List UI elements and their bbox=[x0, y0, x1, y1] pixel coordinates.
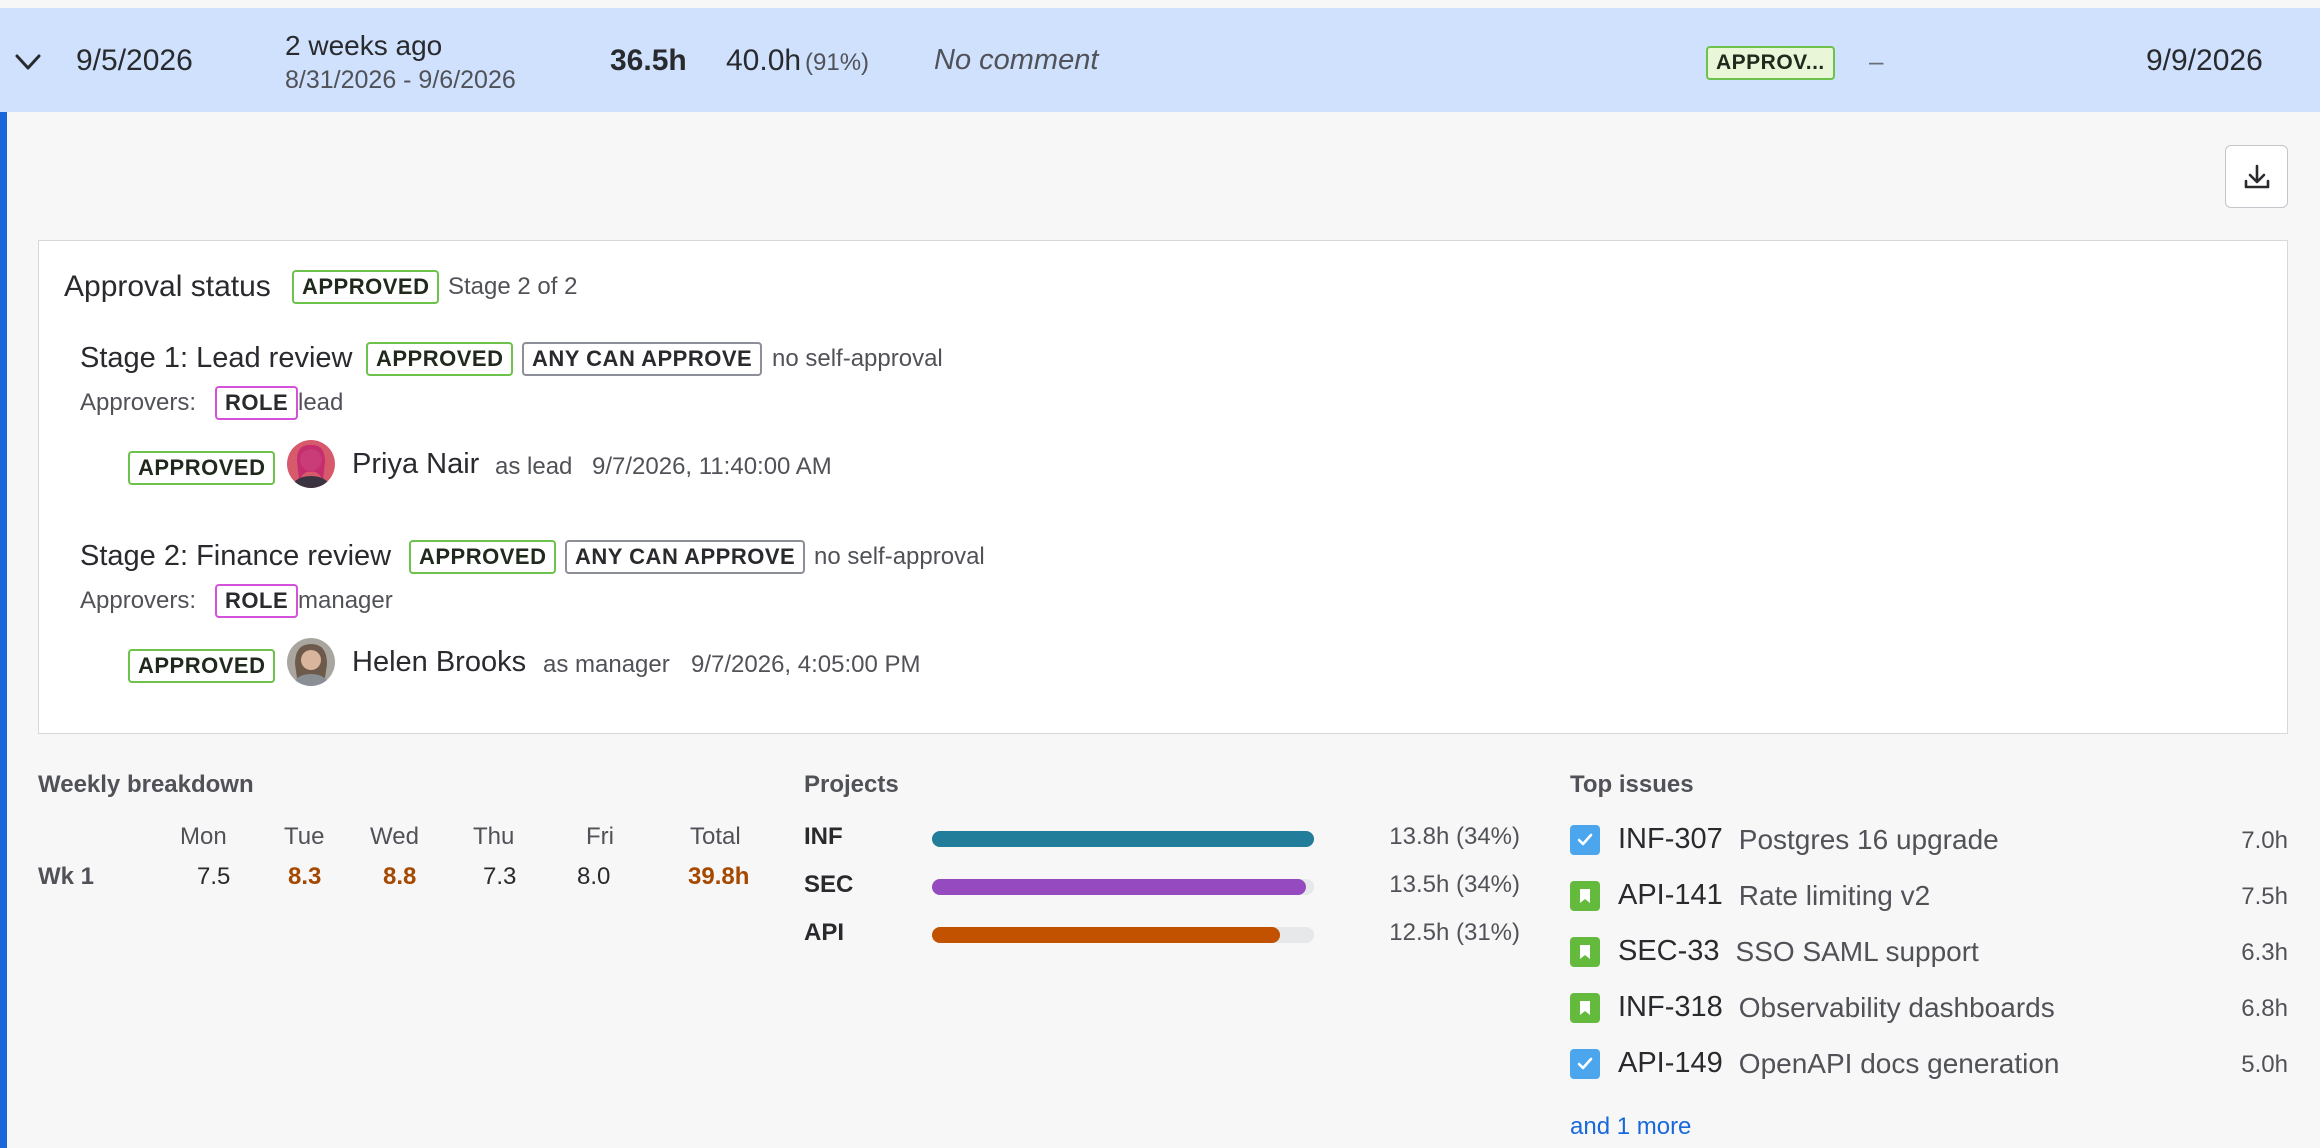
stage-1-role: lead bbox=[298, 389, 344, 416]
stage-2-title: Stage 2: Finance review bbox=[80, 540, 392, 572]
stage-1-approver-role: as lead bbox=[495, 453, 573, 480]
project-key: INF bbox=[804, 823, 843, 850]
projects-title: Projects bbox=[804, 771, 899, 798]
stage-2-decision-badge: APPROVED bbox=[128, 649, 276, 683]
stage-1-note: no self-approval bbox=[772, 345, 943, 372]
task-icon bbox=[1570, 1049, 1600, 1079]
hours-mon: 7.5 bbox=[197, 863, 231, 890]
issue-summary: Rate limiting v2 bbox=[1738, 880, 1931, 911]
issue-key-link[interactable]: SEC-33 bbox=[1618, 935, 1720, 968]
download-icon bbox=[2244, 164, 2269, 188]
hours-total: 39.8h bbox=[688, 863, 750, 890]
download-button[interactable] bbox=[2225, 145, 2288, 208]
week-date: 9/5/2026 bbox=[76, 44, 193, 77]
issue-hours: 6.8h bbox=[2241, 995, 2288, 1022]
completion-percent: (91%) bbox=[805, 49, 870, 76]
avatar bbox=[287, 638, 335, 686]
stage-2-note: no self-approval bbox=[814, 543, 985, 570]
stage-1-role-tag: ROLE bbox=[215, 386, 299, 420]
stage-2-approver-role: as manager bbox=[543, 651, 670, 678]
hours-wed: 8.8 bbox=[383, 863, 417, 890]
stage-2-role-tag: ROLE bbox=[215, 584, 299, 618]
stage-1-rule-badge: ANY CAN APPROVE bbox=[522, 342, 763, 376]
project-bar-track bbox=[932, 831, 1314, 847]
weekday-header-total: Total bbox=[690, 823, 741, 850]
date-range: 8/31/2026 - 9/6/2026 bbox=[285, 66, 516, 94]
stage-2-approver-name: Helen Brooks bbox=[352, 646, 527, 678]
status-badge: APPROV... bbox=[1706, 46, 1835, 80]
project-bar-fill bbox=[932, 879, 1307, 895]
issue-key-link[interactable]: API-149 bbox=[1618, 1047, 1723, 1080]
issue-summary: Observability dashboards bbox=[1738, 992, 2055, 1023]
weekday-header-mon: Mon bbox=[180, 823, 227, 850]
empty-value-dash: – bbox=[1869, 46, 1884, 76]
project-bar-track bbox=[932, 879, 1314, 895]
weekday-header-wed: Wed bbox=[370, 823, 419, 850]
story-icon bbox=[1570, 993, 1600, 1023]
project-hours: 13.8h (34%) bbox=[1389, 823, 1520, 850]
submitted-date: 9/9/2026 bbox=[2146, 44, 2263, 77]
issue-summary: SSO SAML support bbox=[1735, 936, 1979, 967]
issue-hours: 6.3h bbox=[2241, 939, 2288, 966]
story-icon bbox=[1570, 881, 1600, 911]
project-hours: 13.5h (34%) bbox=[1389, 871, 1520, 898]
issue-hours: 5.0h bbox=[2241, 1051, 2288, 1078]
project-key: SEC bbox=[804, 871, 854, 898]
project-key: API bbox=[804, 919, 845, 946]
chevron-down-icon[interactable] bbox=[10, 44, 46, 80]
stage-2-rule-badge: ANY CAN APPROVE bbox=[565, 540, 806, 574]
relative-time: 2 weeks ago bbox=[285, 30, 443, 61]
week-row-label: Wk 1 bbox=[38, 863, 95, 890]
timesheet-summary-row[interactable]: 9/5/2026 2 weeks ago 8/31/2026 - 9/6/202… bbox=[0, 8, 2320, 112]
weekly-breakdown-title: Weekly breakdown bbox=[38, 771, 254, 798]
issue-key-link[interactable]: INF-318 bbox=[1618, 991, 1723, 1024]
stage-2-approved-time: 9/7/2026, 4:05:00 PM bbox=[691, 651, 921, 678]
expected-hours: 40.0h bbox=[726, 44, 802, 77]
logged-hours: 36.5h bbox=[610, 44, 687, 77]
weekday-header-fri: Fri bbox=[586, 823, 614, 850]
project-hours: 12.5h (31%) bbox=[1389, 919, 1520, 946]
issue-key-link[interactable]: INF-307 bbox=[1618, 823, 1723, 856]
hours-tue: 8.3 bbox=[288, 863, 322, 890]
issue-hours: 7.0h bbox=[2241, 827, 2288, 854]
story-icon bbox=[1570, 937, 1600, 967]
stage-1-decision-badge: APPROVED bbox=[128, 451, 276, 485]
stage-1-approvers-label: Approvers: bbox=[80, 389, 197, 416]
hours-thu: 7.3 bbox=[483, 863, 517, 890]
comment-text: No comment bbox=[934, 44, 1099, 76]
stage-1-title: Stage 1: Lead review bbox=[80, 342, 353, 374]
more-issues-link[interactable]: and 1 more bbox=[1570, 1113, 1691, 1141]
stage-1-approved-time: 9/7/2026, 11:40:00 AM bbox=[592, 453, 832, 480]
stage-1-approver-name: Priya Nair bbox=[352, 448, 480, 480]
project-bar-fill bbox=[932, 831, 1314, 847]
weekday-header-thu: Thu bbox=[473, 823, 515, 850]
stage-2-role: manager bbox=[298, 587, 393, 614]
avatar bbox=[287, 440, 335, 488]
approval-status-title: Approval status bbox=[64, 270, 271, 303]
project-bar-track bbox=[932, 927, 1314, 943]
expanded-row-indicator bbox=[0, 112, 7, 1148]
issue-key-link[interactable]: API-141 bbox=[1618, 879, 1723, 912]
weekday-header-tue: Tue bbox=[284, 823, 325, 850]
issue-summary: OpenAPI docs generation bbox=[1738, 1048, 2060, 1079]
stage-2-approvers-label: Approvers: bbox=[80, 587, 197, 614]
task-icon bbox=[1570, 825, 1600, 855]
hours-fri: 8.0 bbox=[577, 863, 611, 890]
top-issues-title: Top issues bbox=[1570, 771, 1694, 798]
issue-hours: 7.5h bbox=[2241, 883, 2288, 910]
project-bar-fill bbox=[932, 927, 1280, 943]
stage-progress: Stage 2 of 2 bbox=[448, 273, 578, 300]
stage-1-status-badge: APPROVED bbox=[366, 342, 514, 376]
approval-status-badge: APPROVED bbox=[292, 270, 440, 304]
issue-summary: Postgres 16 upgrade bbox=[1738, 824, 1999, 855]
stage-2-status-badge: APPROVED bbox=[409, 540, 557, 574]
